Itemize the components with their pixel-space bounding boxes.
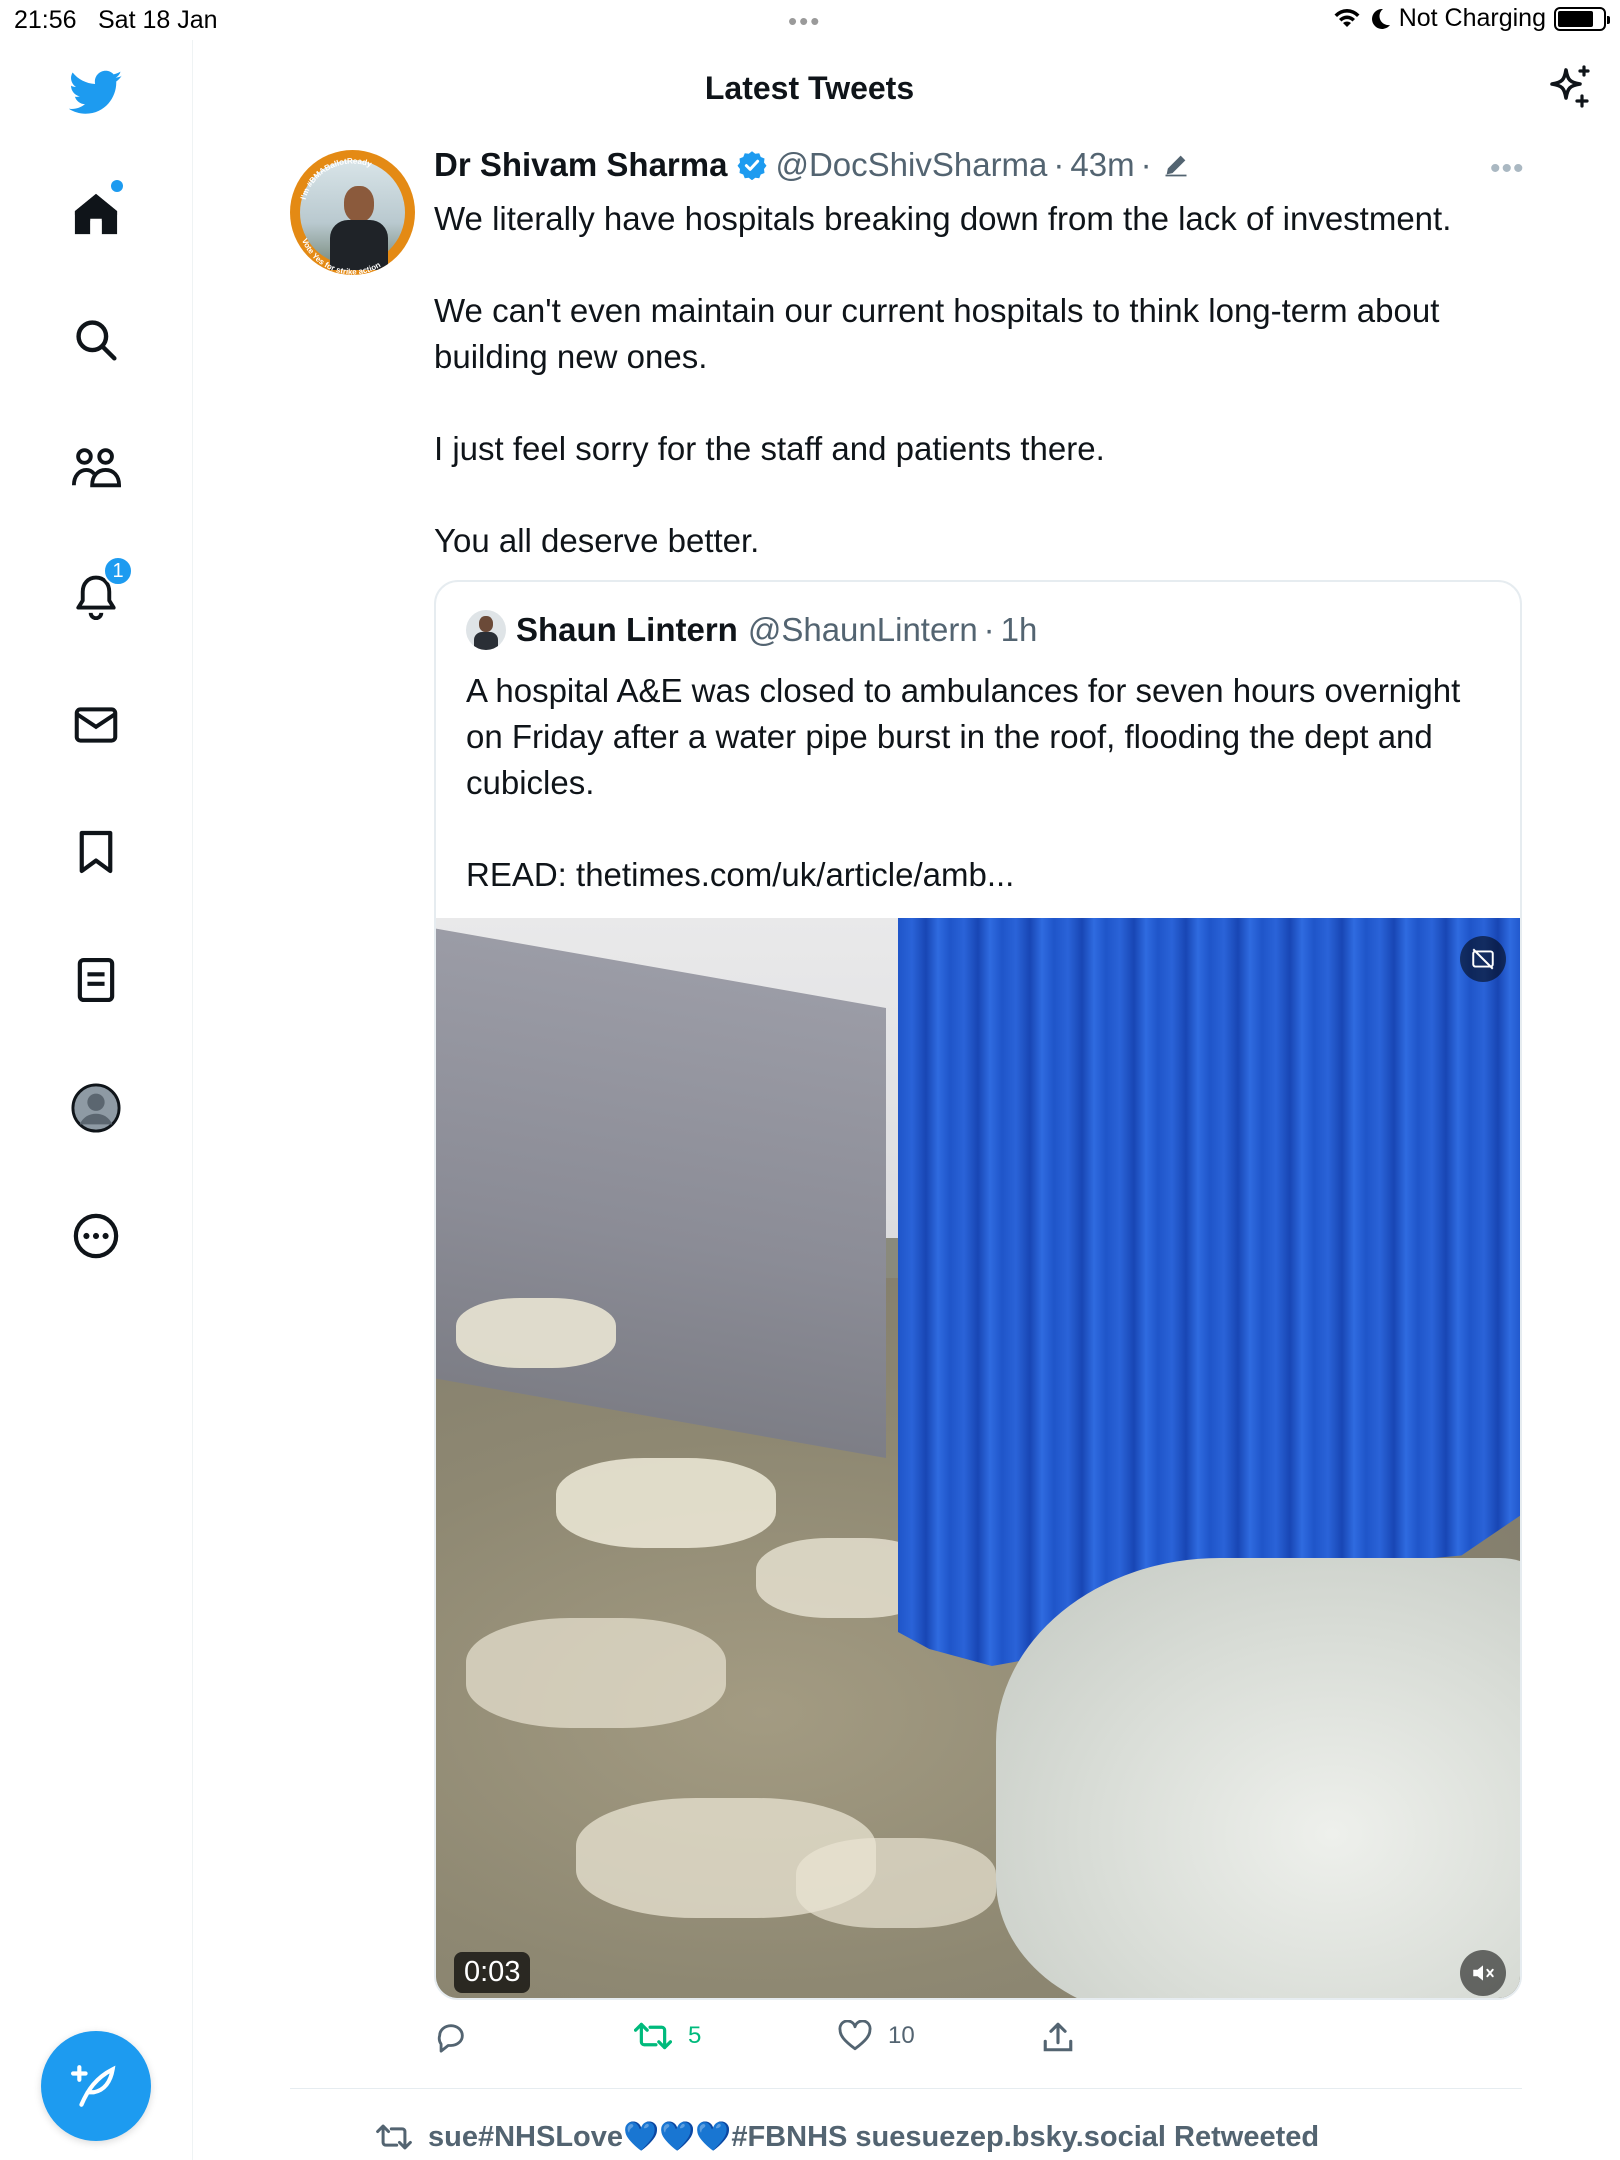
retweet-icon <box>634 2022 672 2050</box>
page-title: Latest Tweets <box>0 70 1620 107</box>
charging-status: Not Charging <box>1398 4 1546 32</box>
video-frame-debris <box>466 1618 726 1728</box>
edited-pencil-icon[interactable] <box>1162 151 1190 179</box>
tweet-body: We literally have hospitals breaking dow… <box>434 196 1514 610</box>
quoted-avatar-body <box>474 632 498 650</box>
like-button[interactable]: 10 <box>838 2020 915 2052</box>
status-bar: 21:56 Sat 18 Jan ••• Not Charging <box>0 0 1620 40</box>
svg-text:I'm #BMABallotReady: I'm #BMABallotReady <box>299 156 374 200</box>
verified-badge-icon <box>737 151 767 180</box>
sidebar-item-profile[interactable] <box>69 1081 123 1135</box>
reply-button[interactable] <box>434 2020 484 2054</box>
quoted-paragraph: A hospital A&E was closed to ambulances … <box>466 672 1461 801</box>
reply-icon <box>437 2024 464 2053</box>
svg-text:Vote Yes for strike action: Vote Yes for strike action <box>300 237 382 275</box>
video-frame-debris <box>796 1838 996 1928</box>
avatar-icon <box>71 1083 121 1133</box>
sidebar-item-lists[interactable] <box>69 953 123 1007</box>
quoted-avatar-head <box>479 616 493 632</box>
status-time: 21:56 <box>14 6 77 34</box>
compose-icon <box>71 2065 116 2107</box>
quoted-time: 1h <box>1000 611 1038 648</box>
sidebar: 1 <box>0 40 193 2160</box>
video-frame-debris <box>456 1298 616 1368</box>
retweet-button[interactable]: 5 <box>634 2020 701 2052</box>
captions-off-icon <box>1472 948 1494 970</box>
volume-mute-icon <box>1473 1965 1494 1981</box>
tweet-separator: · <box>1053 146 1065 183</box>
compose-tweet-button[interactable] <box>41 2031 151 2141</box>
mute-button[interactable] <box>1460 1950 1506 1996</box>
moon-icon <box>1371 8 1390 29</box>
tweet-paragraph: We can't even maintain our current hospi… <box>434 292 1440 375</box>
tweet-author-avatar[interactable]: I'm #BMABallotReady Vote Yes for strike … <box>290 150 415 275</box>
multitasking-dots[interactable]: ••• <box>788 6 821 37</box>
avatar-ring-text: I'm #BMABallotReady Vote Yes for strike … <box>299 156 382 275</box>
quoted-tweet-header: Shaun Lintern @ShaunLintern · 1h <box>466 610 1037 650</box>
tweet-time[interactable]: 43m <box>1070 146 1134 184</box>
share-button[interactable] <box>1042 2020 1074 2054</box>
quoted-author-avatar <box>466 610 506 650</box>
sidebar-item-more[interactable] <box>69 1209 123 1263</box>
quoted-tweet-card[interactable]: Shaun Lintern @ShaunLintern · 1h A hospi… <box>434 580 1522 2000</box>
retweet-small-icon <box>376 2124 412 2150</box>
retweet-count: 5 <box>688 2022 702 2049</box>
bookmark-icon <box>79 830 113 874</box>
list-icon <box>77 957 115 1003</box>
page-title-text: Latest Tweets <box>704 70 915 106</box>
tweet-more-button[interactable]: ••• <box>1490 152 1525 186</box>
people-icon <box>71 448 121 488</box>
quoted-separator: · <box>983 611 995 648</box>
home-new-dot <box>111 180 123 192</box>
video-frame-wall-lower <box>436 928 886 1458</box>
home-icon <box>74 193 118 235</box>
tweet-header: Dr Shivam Sharma @DocShivSharma · 43m · <box>434 146 1190 184</box>
video-player[interactable]: 0:03 <box>436 918 1520 1998</box>
tweet-actions: 5 10 <box>434 2020 1522 2064</box>
quoted-author-name: Shaun Lintern <box>516 611 738 648</box>
video-frame-debris <box>556 1458 776 1548</box>
wifi-icon <box>1334 8 1360 27</box>
battery-icon <box>1554 6 1610 31</box>
sidebar-item-home[interactable] <box>69 180 123 240</box>
tweet-paragraph: I just feel sorry for the staff and pati… <box>434 430 1105 467</box>
battery-fill <box>1558 10 1594 27</box>
sidebar-item-bookmarks[interactable] <box>69 825 123 879</box>
quoted-author-handle: @ShaunLintern <box>747 611 978 648</box>
more-icon <box>73 1213 119 1259</box>
sidebar-item-communities[interactable] <box>69 441 123 495</box>
sidebar-item-notifications[interactable]: 1 <box>69 556 133 624</box>
retweeted-by-text: sue#NHSLove💙💙💙#FBNHS suesuezep.bsky.soci… <box>428 2121 1320 2153</box>
tweet-divider <box>290 2088 1522 2089</box>
tweet-author-handle[interactable]: @DocShivSharma <box>775 146 1047 184</box>
video-frame-sheet <box>996 1558 1520 1998</box>
status-right: Not Charging <box>1333 4 1610 33</box>
tweet-paragraph: You all deserve better. <box>434 522 760 559</box>
avatar-ring-bottom-text: Vote Yes for strike action <box>300 237 382 275</box>
tweet-paragraph: We literally have hospitals breaking dow… <box>434 200 1452 237</box>
captions-button[interactable] <box>1460 936 1506 982</box>
quoted-link-paragraph[interactable]: READ: thetimes.com/uk/article/amb... <box>466 852 1496 898</box>
status-date: Sat 18 Jan <box>98 6 218 34</box>
mail-icon <box>74 707 118 743</box>
sparkle-icon <box>1550 65 1590 108</box>
sidebar-item-messages[interactable] <box>69 698 123 752</box>
tweet-separator-2: · <box>1140 146 1152 183</box>
retweeted-by-label[interactable]: sue#NHSLove💙💙💙#FBNHS suesuezep.bsky.soci… <box>376 2120 1319 2154</box>
tweet-author-name[interactable]: Dr Shivam Sharma <box>434 146 727 184</box>
search-icon <box>76 320 117 361</box>
video-timestamp: 0:03 <box>454 1952 531 1993</box>
heart-icon <box>838 2020 872 2051</box>
sidebar-item-explore[interactable] <box>69 313 123 367</box>
timeline-toggle-button[interactable] <box>1546 64 1594 112</box>
avatar-ring-top-text: I'm #BMABallotReady <box>299 156 374 200</box>
notification-badge: 1 <box>103 556 133 586</box>
like-count: 10 <box>888 2022 915 2049</box>
quoted-tweet-body: A hospital A&E was closed to ambulances … <box>466 668 1496 944</box>
share-icon <box>1043 2022 1073 2052</box>
